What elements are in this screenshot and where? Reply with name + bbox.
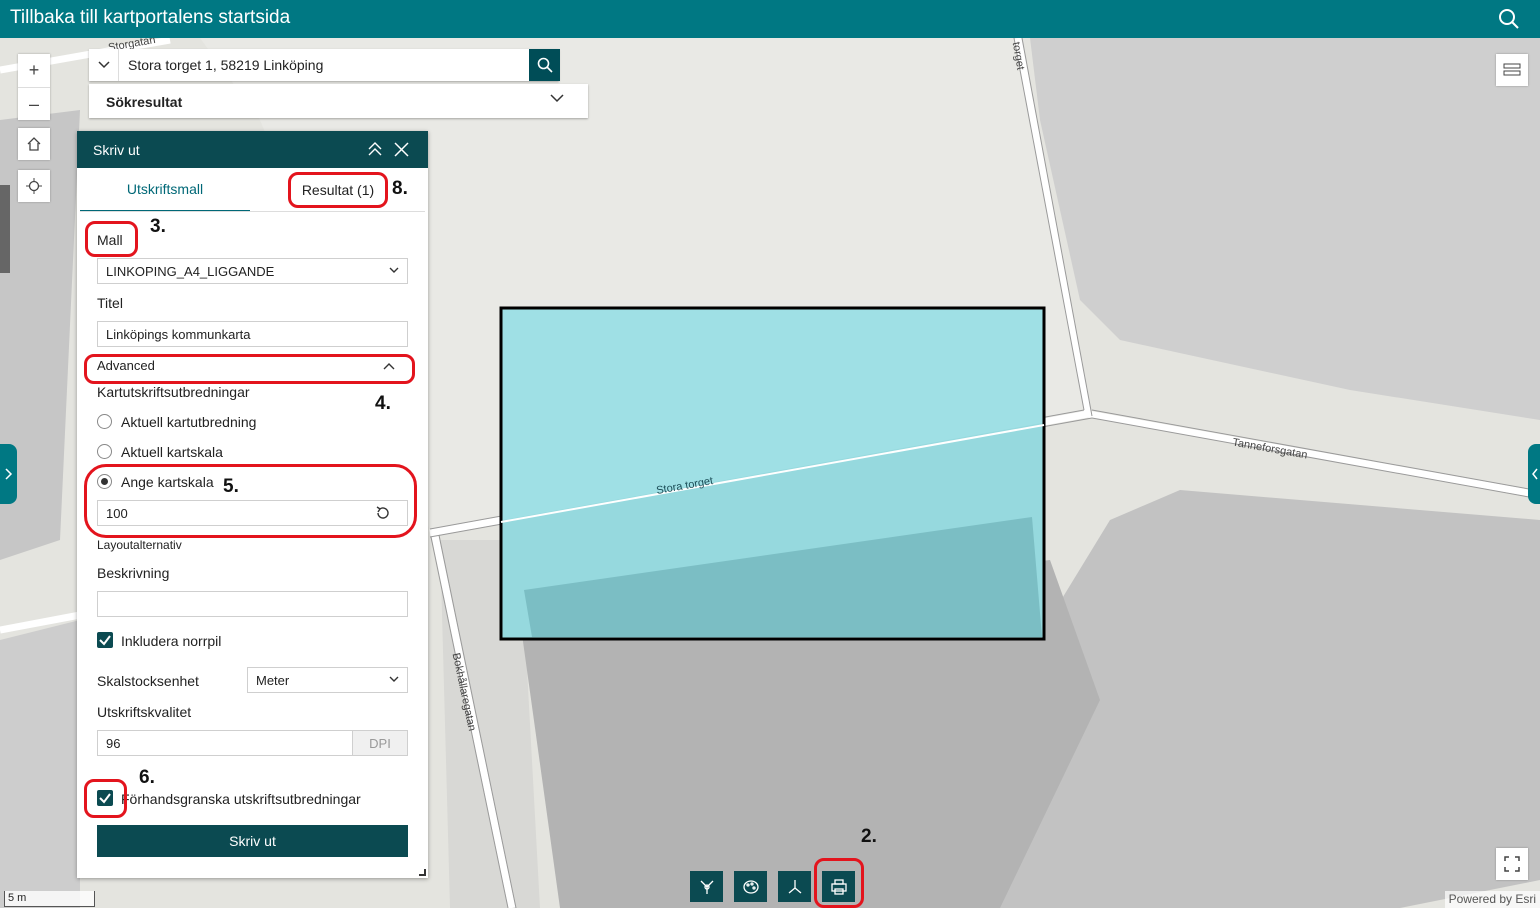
left-edge-marker — [0, 185, 10, 273]
layout-heading: Layoutalternativ — [97, 538, 182, 552]
top-bar: Tillbaka till kartportalens startsida — [0, 0, 1540, 38]
layers-icon — [1503, 63, 1521, 76]
chevron-down-icon — [97, 61, 110, 69]
layer-list-button[interactable] — [1496, 54, 1528, 86]
radio-current-extent[interactable] — [97, 414, 112, 429]
fullscreen-icon — [1504, 856, 1520, 872]
zoom-out-button[interactable]: – — [18, 87, 50, 120]
template-select[interactable]: LINKOPING_A4_LIGGANDE — [97, 258, 408, 284]
annotation-number-2: 2. — [861, 826, 877, 847]
home-button[interactable] — [18, 128, 50, 160]
chevron-down-icon — [550, 94, 564, 103]
search-source-dropdown[interactable] — [89, 49, 119, 81]
preview-label: Förhandsgranska utskriftsutbredningar — [121, 791, 361, 807]
search-results-dropdown[interactable]: Sökresultat — [89, 84, 588, 118]
print-button[interactable]: Skriv ut — [97, 825, 408, 857]
back-to-portal-link[interactable]: Tillbaka till kartportalens startsida — [10, 7, 290, 29]
resize-handle[interactable] — [419, 869, 426, 876]
annotation-number-5: 5. — [223, 476, 239, 497]
title-value: Linköpings kommunkarta — [106, 326, 251, 342]
palette-icon — [742, 879, 759, 894]
scalebar-unit-value: Meter — [256, 672, 290, 688]
annotation-number-4: 4. — [375, 393, 391, 414]
radio-current-scale[interactable] — [97, 444, 112, 459]
scalebar-unit-select[interactable]: Meter — [247, 667, 408, 693]
annotation-box-scale — [84, 464, 417, 538]
tool-measure-button[interactable] — [690, 871, 723, 902]
zoom-controls: + – — [18, 54, 50, 120]
tool-basemap-button[interactable] — [734, 871, 767, 902]
search-icon[interactable] — [1498, 8, 1520, 30]
checkmark-icon — [99, 635, 111, 646]
dpi-unit: DPI — [352, 730, 408, 756]
collapse-icon[interactable] — [367, 142, 383, 157]
template-value: LINKOPING_A4_LIGGANDE — [106, 263, 275, 279]
tab-divider — [80, 211, 425, 212]
close-icon[interactable] — [394, 142, 409, 157]
search-results-label: Sökresultat — [106, 94, 183, 110]
quality-value: 96 — [106, 735, 121, 751]
annotation-number-8: 8. — [392, 178, 408, 199]
locate-button[interactable] — [18, 170, 50, 202]
annotation-number-3: 3. — [150, 216, 166, 237]
title-label: Titel — [97, 295, 123, 311]
title-input[interactable]: Linköpings kommunkarta — [97, 321, 408, 347]
zoom-in-button[interactable]: + — [18, 54, 50, 87]
attribution: Powered by Esri — [1444, 891, 1540, 908]
left-panel-toggle[interactable] — [0, 444, 17, 504]
fullscreen-button[interactable] — [1496, 848, 1528, 880]
print-panel-title: Skriv ut — [93, 142, 140, 158]
coordinates-icon — [788, 879, 801, 893]
scalebar-unit-label: Skalstocksenhet — [97, 673, 199, 689]
search-icon — [537, 57, 553, 73]
north-arrow-label: Inkludera norrpil — [121, 633, 222, 649]
annotation-box-advanced — [84, 354, 415, 384]
annotation-box-template — [85, 221, 138, 257]
quality-input[interactable]: 96 — [97, 730, 353, 756]
description-input[interactable] — [97, 591, 408, 617]
locate-icon — [26, 178, 42, 194]
extent-heading: Kartutskriftsutbredningar — [97, 384, 250, 400]
right-panel-toggle[interactable] — [1528, 444, 1540, 504]
print-panel-header: Skriv ut — [77, 131, 428, 168]
annotation-box-print-tool — [814, 858, 864, 908]
home-icon — [27, 137, 41, 151]
search-submit-button[interactable] — [529, 49, 560, 81]
description-label: Beskrivning — [97, 565, 170, 581]
chevron-down-icon — [389, 676, 399, 682]
quality-label: Utskriftskvalitet — [97, 704, 192, 720]
tool-share-button[interactable] — [778, 871, 811, 902]
radio-current-extent-label: Aktuell kartutbredning — [121, 414, 257, 430]
annotation-number-6: 6. — [139, 767, 155, 788]
search-input[interactable]: Stora torget 1, 58219 Linköping — [119, 57, 527, 73]
north-arrow-checkbox[interactable] — [97, 632, 113, 648]
annotation-box-preview — [84, 779, 127, 818]
search-box: Stora torget 1, 58219 Linköping — [89, 49, 559, 81]
annotation-box-results-tab — [288, 172, 388, 208]
scale-bar: 5 m — [4, 891, 95, 907]
measure-icon — [700, 880, 713, 894]
radio-current-scale-label: Aktuell kartskala — [121, 444, 223, 460]
chevron-down-icon — [389, 267, 399, 273]
tab-utskriftsmall[interactable]: Utskriftsmall — [80, 168, 250, 212]
